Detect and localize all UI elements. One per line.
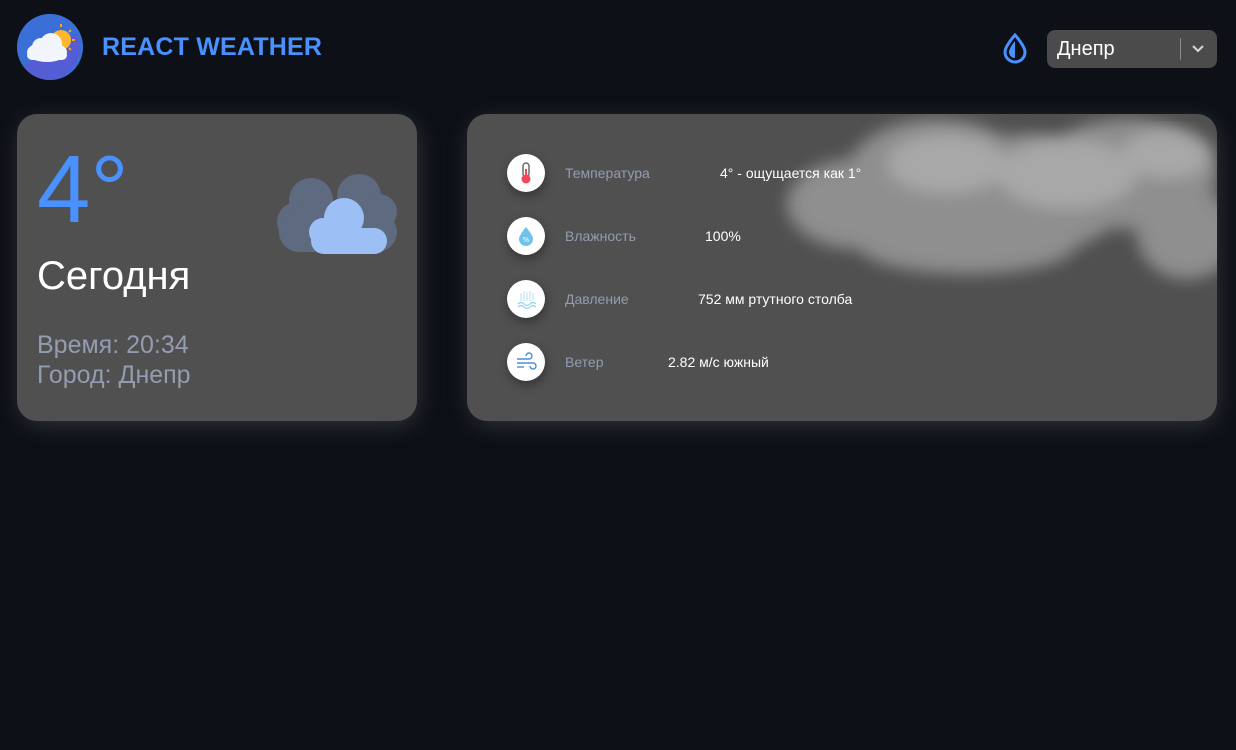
detail-label: Давление [565,291,629,307]
detail-label: Ветер [565,354,604,370]
cloud-sun-logo-icon [17,14,83,80]
details-card: Температура 4° - ощущается как 1° % Влаж… [467,114,1217,421]
svg-text:%: % [523,236,530,244]
today-card: 4° Сегодня Время: 20:34 Город: Днепр [17,114,417,421]
day-label: Сегодня [37,254,191,298]
city-select[interactable]: Днепр [1047,30,1217,68]
detail-value: 100% [705,228,741,244]
city-label: Город: Днепр [37,361,191,389]
cloudy-icon [275,172,401,269]
wind-icon [507,343,545,381]
drop-icon[interactable] [1000,32,1030,64]
cloud-background-image [767,114,1217,299]
time-label: Время: 20:34 [37,331,189,359]
detail-label: Влажность [565,228,636,244]
detail-label: Температура [565,165,650,181]
detail-value: 2.82 м/с южный [668,354,769,370]
chevron-down-icon[interactable] [1187,40,1209,58]
header: REACT WEATHER Днепр [0,0,1236,100]
humidity-drop-icon: % [507,217,545,255]
app-title: REACT WEATHER [102,33,323,61]
thermometer-icon [507,154,545,192]
detail-value: 752 мм ртутного столба [698,291,853,307]
pressure-icon [507,280,545,318]
current-temperature: 4° [37,136,129,243]
city-select-value: Днепр [1057,38,1115,60]
select-separator [1180,38,1181,60]
detail-value: 4° - ощущается как 1° [720,165,862,181]
